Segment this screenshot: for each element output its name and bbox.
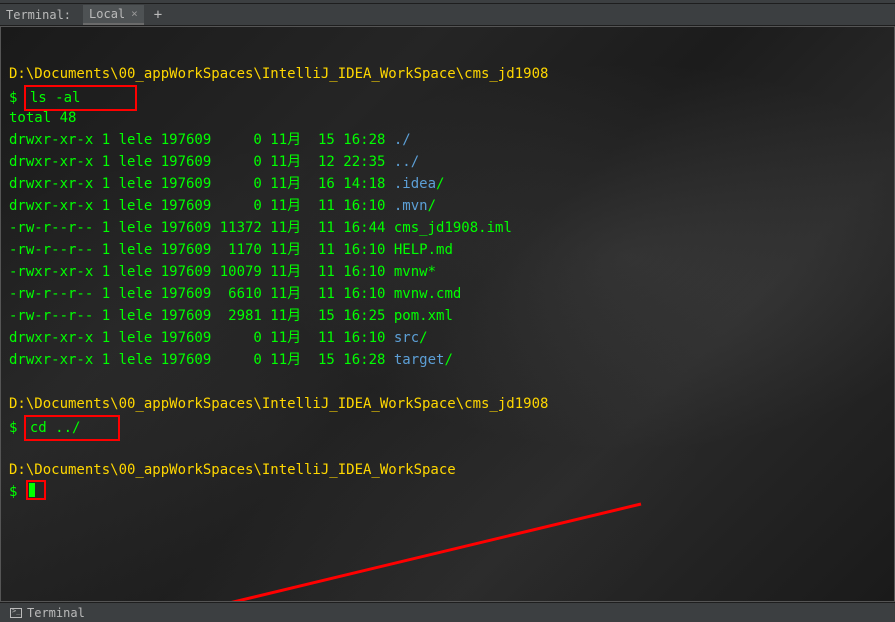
cursor-highlight xyxy=(26,480,46,500)
file-name: ./ xyxy=(394,132,411,148)
terminal-tool-button[interactable]: Terminal xyxy=(10,606,85,620)
file-perms: -rw-r--r-- 1 lele 197609 2981 11月 15 16:… xyxy=(9,308,394,324)
close-icon[interactable]: × xyxy=(131,7,138,20)
file-perms: drwxr-xr-x 1 lele 197609 0 11月 15 16:28 xyxy=(9,132,394,148)
file-row: drwxr-xr-x 1 lele 197609 0 11月 15 16:28 … xyxy=(9,349,886,371)
prompt-symbol: $ xyxy=(9,484,17,500)
file-perms: drwxr-xr-x 1 lele 197609 0 11月 11 16:10 xyxy=(9,330,394,346)
terminal-tab-local[interactable]: Local × xyxy=(83,5,144,25)
file-row: -rw-r--r-- 1 lele 197609 11372 11月 11 16… xyxy=(9,217,886,239)
cursor xyxy=(29,483,35,497)
output-total: total 48 xyxy=(9,107,886,129)
prompt-path: D:\Documents\00_appWorkSpaces\IntelliJ_I… xyxy=(9,396,548,412)
file-name: mvnw.cmd xyxy=(394,286,461,302)
file-perms: drwxr-xr-x 1 lele 197609 0 11月 15 16:28 xyxy=(9,352,394,368)
prompt-path: D:\Documents\00_appWorkSpaces\IntelliJ_I… xyxy=(9,66,548,82)
terminal-icon xyxy=(10,608,22,618)
file-row: -rw-r--r-- 1 lele 197609 6610 11月 11 16:… xyxy=(9,283,886,305)
file-trail: * xyxy=(428,264,436,280)
terminal-content[interactable]: D:\Documents\00_appWorkSpaces\IntelliJ_I… xyxy=(0,26,895,602)
terminal-tab-bar: Terminal: Local × + xyxy=(0,4,895,26)
file-row: -rwxr-xr-x 1 lele 197609 10079 11月 11 16… xyxy=(9,261,886,283)
file-row: drwxr-xr-x 1 lele 197609 0 11月 16 14:18 … xyxy=(9,173,886,195)
file-trail: / xyxy=(444,352,452,368)
file-name: pom.xml xyxy=(394,308,453,324)
prompt-symbol: $ xyxy=(9,90,17,106)
file-row: drwxr-xr-x 1 lele 197609 0 11月 11 16:10 … xyxy=(9,195,886,217)
file-perms: drwxr-xr-x 1 lele 197609 0 11月 16 14:18 xyxy=(9,176,394,192)
add-tab-icon[interactable]: + xyxy=(154,7,162,23)
file-perms: -rw-r--r-- 1 lele 197609 6610 11月 11 16:… xyxy=(9,286,394,302)
file-perms: -rwxr-xr-x 1 lele 197609 10079 11月 11 16… xyxy=(9,264,394,280)
file-name: src xyxy=(394,330,419,346)
prompt-symbol: $ xyxy=(9,420,17,436)
annotation-arrow-icon xyxy=(111,499,651,602)
file-name: .mvn xyxy=(394,198,428,214)
file-row: drwxr-xr-x 1 lele 197609 0 11月 15 16:28 … xyxy=(9,129,886,151)
file-perms: drwxr-xr-x 1 lele 197609 0 11月 11 16:10 xyxy=(9,198,394,214)
terminal-label: Terminal: xyxy=(6,8,71,22)
file-name: target xyxy=(394,352,445,368)
bottom-tool-bar: Terminal xyxy=(0,602,895,622)
file-trail: / xyxy=(428,198,436,214)
file-trail: / xyxy=(436,176,444,192)
file-name: cms_jd1908.iml xyxy=(394,220,512,236)
file-name: .idea xyxy=(394,176,436,192)
file-name: ../ xyxy=(394,154,419,170)
command-ls: ls -al xyxy=(30,90,81,106)
tab-title: Local xyxy=(89,7,125,21)
file-perms: -rw-r--r-- 1 lele 197609 11372 11月 11 16… xyxy=(9,220,394,236)
command-cd: cd ../ xyxy=(30,420,81,436)
blank-line xyxy=(9,371,886,393)
file-perms: -rw-r--r-- 1 lele 197609 1170 11月 11 16:… xyxy=(9,242,394,258)
file-perms: drwxr-xr-x 1 lele 197609 0 11月 12 22:35 xyxy=(9,154,394,170)
file-row: -rw-r--r-- 1 lele 197609 1170 11月 11 16:… xyxy=(9,239,886,261)
file-row: -rw-r--r-- 1 lele 197609 2981 11月 15 16:… xyxy=(9,305,886,327)
file-row: drwxr-xr-x 1 lele 197609 0 11月 12 22:35 … xyxy=(9,151,886,173)
terminal-tool-label: Terminal xyxy=(27,606,85,620)
file-trail: / xyxy=(419,330,427,346)
prompt-path: D:\Documents\00_appWorkSpaces\IntelliJ_I… xyxy=(9,462,456,478)
file-name: HELP.md xyxy=(394,242,453,258)
file-row: drwxr-xr-x 1 lele 197609 0 11月 11 16:10 … xyxy=(9,327,886,349)
file-name: mvnw xyxy=(394,264,428,280)
blank-line xyxy=(9,437,886,459)
